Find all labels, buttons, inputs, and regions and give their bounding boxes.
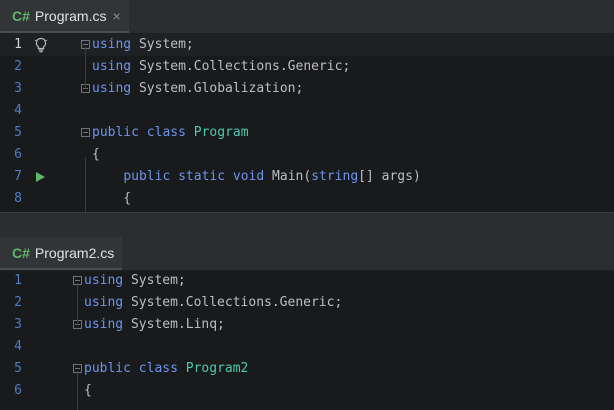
close-icon[interactable]: × (112, 9, 120, 23)
code-text: { (92, 147, 100, 162)
line-number: 6 (14, 147, 22, 162)
code-editor[interactable]: 1 using System; 2 using System.Collections.… (0, 33, 614, 212)
line-number: 5 (14, 125, 22, 140)
code-text: using System.Collections.Generic; (84, 295, 343, 310)
code-line[interactable]: 1 using System; (0, 34, 614, 56)
code-line[interactable]: 2 using System.Collections.Generic; (0, 56, 614, 78)
code-line[interactable]: 5 public class Program2 (0, 358, 614, 380)
line-number: 8 (14, 191, 22, 206)
code-line[interactable]: 8 { (0, 188, 614, 210)
code-text: using System.Collections.Generic; (92, 59, 351, 74)
code-line[interactable]: 5 public class Program (0, 122, 614, 144)
editor-tab-bar: C# Program.cs × (0, 0, 614, 34)
code-text: { (92, 191, 132, 206)
line-number: 2 (14, 59, 22, 74)
code-text: using System; (92, 37, 194, 52)
csharp-file-icon: C# (12, 244, 30, 261)
code-line[interactable]: 6{ (0, 144, 614, 166)
fold-icon[interactable] (81, 128, 90, 137)
code-line[interactable]: 4 (0, 100, 614, 122)
line-number: 3 (14, 317, 22, 332)
line-number: 2 (14, 295, 22, 310)
line-number: 4 (14, 103, 22, 118)
editor-tab-bar: C# Program2.cs (0, 237, 614, 271)
indent-guide (85, 47, 86, 89)
line-number: 5 (14, 361, 22, 376)
gutter-icon-slot (34, 166, 46, 188)
csharp-file-icon: C# (12, 7, 30, 24)
lightbulb-icon[interactable] (34, 37, 48, 53)
code-line[interactable]: 7 public static void Main(string[] args) (0, 166, 614, 188)
code-text: using System.Globalization; (92, 81, 304, 96)
code-editor[interactable]: 1 using System; 2 using System.Collections.… (0, 270, 614, 410)
tab-filename: Program.cs (34, 7, 107, 24)
code-line[interactable]: 6{ (0, 380, 614, 402)
tab-program2-cs[interactable]: C# Program2.cs (0, 237, 123, 270)
editor-splitter[interactable] (0, 212, 614, 238)
gutter-icon-slot (34, 34, 48, 56)
code-line[interactable]: 3 using System.Globalization; (0, 78, 614, 100)
line-number: 7 (14, 169, 22, 184)
code-text: public class Program (92, 125, 249, 140)
code-text: using System; (84, 273, 186, 288)
code-line[interactable]: 2 using System.Collections.Generic; (0, 292, 614, 314)
code-line[interactable]: 1 using System; (0, 270, 614, 292)
code-line[interactable]: 4 (0, 336, 614, 358)
run-icon[interactable] (34, 171, 46, 183)
editor-pane-program2: C# Program2.cs 1 using System; 2 using Syst… (0, 237, 614, 410)
line-number: 3 (14, 81, 22, 96)
code-text: public class Program2 (84, 361, 249, 376)
tab-filename: Program2.cs (34, 244, 115, 261)
editor-pane-program: C# Program.cs × 1 using System; 2 using Sys… (0, 0, 614, 212)
indent-guide (77, 371, 78, 410)
line-number: 1 (14, 37, 22, 52)
code-text: using System.Linq; (84, 317, 225, 332)
code-text: { (84, 383, 92, 398)
line-number: 6 (14, 383, 22, 398)
line-number: 1 (14, 273, 22, 288)
indent-guide (85, 157, 86, 212)
code-text: public static void Main(string[] args) (123, 169, 421, 184)
tab-program-cs[interactable]: C# Program.cs × (0, 0, 129, 33)
line-number: 4 (14, 339, 22, 354)
indent-guide (77, 283, 78, 325)
code-line[interactable]: 3 using System.Linq; (0, 314, 614, 336)
